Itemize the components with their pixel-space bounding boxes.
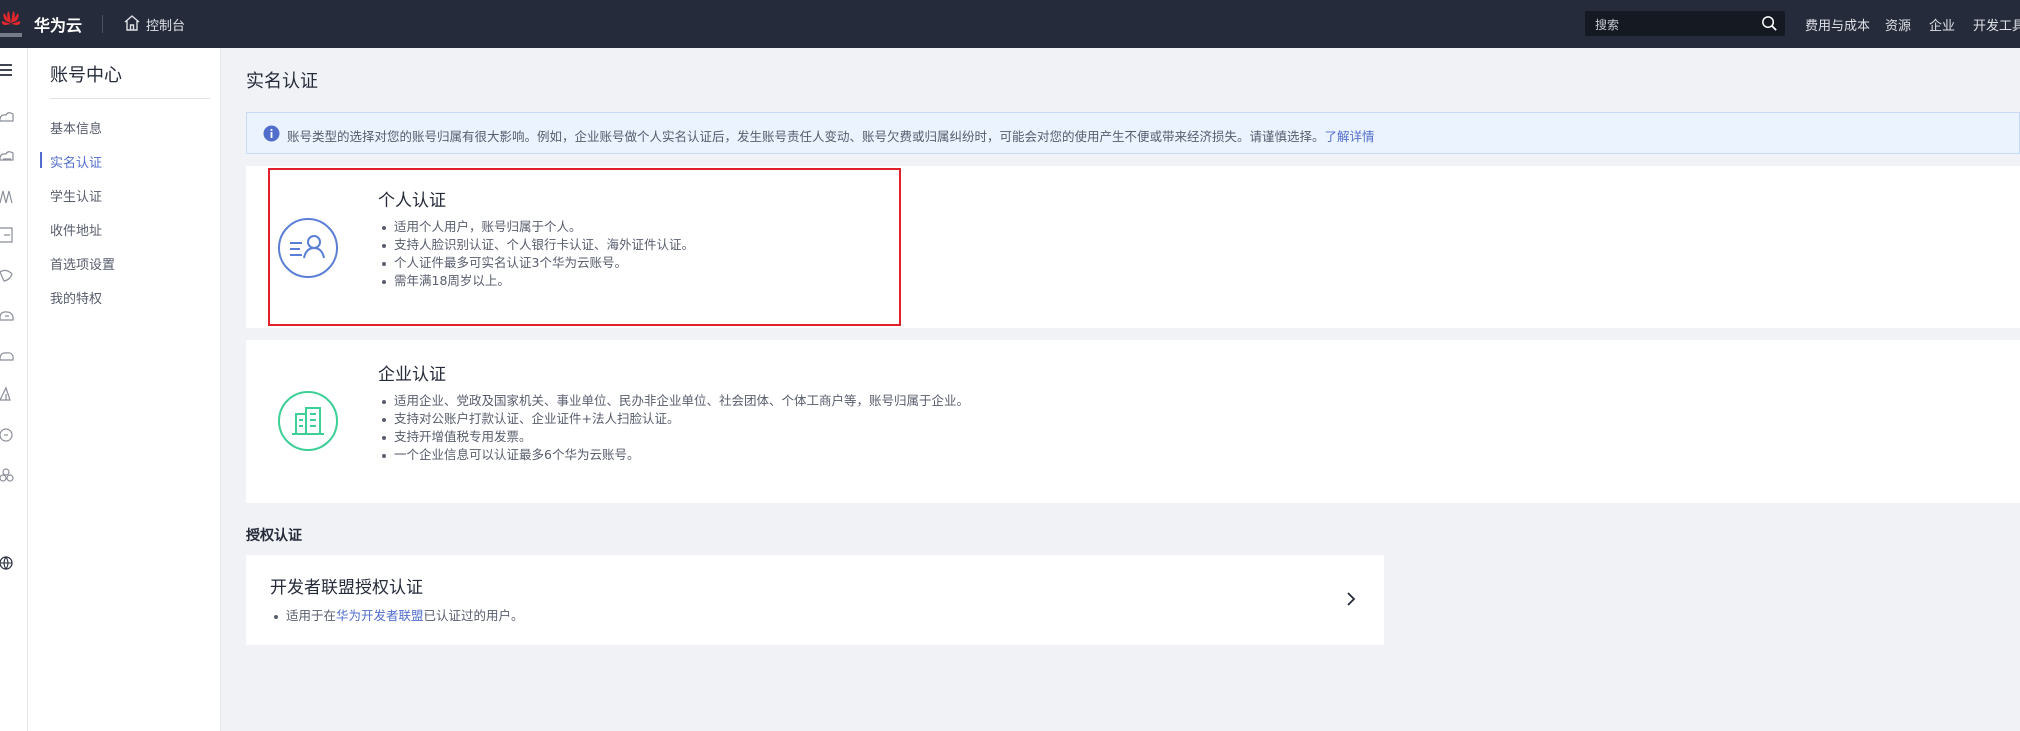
chat-icon[interactable] (0, 426, 14, 444)
notice-message: 账号类型的选择对您的账号归属有很大影响。例如，企业账号做个人实名认证后，发生账号… (287, 129, 1325, 144)
search-icon[interactable] (1760, 14, 1779, 33)
developer-alliance-link[interactable]: 华为开发者联盟 (336, 608, 424, 623)
list-item: 适用企业、党政及国家机关、事业单位、民办非企业单位、社会团体、个体工商户等，账号… (381, 393, 970, 408)
menu-item-student[interactable]: 学生认证 (50, 186, 102, 205)
nav-cost[interactable]: 费用与成本 (1805, 15, 1870, 34)
bullet-prefix: 适用于在 (286, 608, 337, 623)
brand-name[interactable]: 华为云 (34, 12, 82, 36)
globe-icon[interactable] (0, 554, 14, 572)
console-link[interactable]: 控制台 (146, 15, 185, 34)
cloud-service-icon[interactable] (0, 346, 14, 364)
developer-auth-title: 开发者联盟授权认证 (270, 578, 423, 598)
notice-text: 账号类型的选择对您的账号归属有很大影响。例如，企业账号做个人实名认证后，发生账号… (287, 126, 1375, 145)
nav-resources[interactable]: 资源 (1885, 15, 1911, 34)
menu-item-address[interactable]: 收件地址 (50, 220, 102, 239)
menu-icon[interactable] (0, 62, 16, 78)
info-icon (263, 125, 280, 142)
menu-title: 账号中心 (50, 65, 122, 86)
menu-item-privileges[interactable]: 我的特权 (50, 288, 102, 307)
top-bar: 华为云 控制台 搜索 费用与成本 资源 企业 开发工具 (0, 0, 2020, 48)
document-icon[interactable] (0, 226, 14, 244)
page-title: 实名认证 (246, 71, 318, 92)
enterprise-building-icon (278, 391, 338, 451)
list-item: 适用于在华为开发者联盟已认证过的用户。 (274, 607, 524, 625)
account-center-menu: 账号中心 基本信息 实名认证 学生认证 收件地址 首选项设置 我的特权 (28, 48, 221, 731)
nav-enterprise[interactable]: 企业 (1929, 15, 1955, 34)
shield-icon[interactable] (0, 266, 14, 284)
service-icon-rail (0, 48, 28, 731)
active-indicator (40, 152, 42, 168)
list-item: 一个企业信息可以认证最多6个华为云账号。 (381, 446, 969, 464)
enterprise-auth-title: 企业认证 (378, 365, 446, 385)
menu-item-basic-info[interactable]: 基本信息 (50, 118, 102, 137)
tool-icon[interactable] (0, 386, 14, 404)
network-icon[interactable] (0, 188, 14, 206)
menu-item-real-name[interactable]: 实名认证 (50, 152, 102, 171)
cloud-icon[interactable] (0, 108, 14, 126)
enterprise-auth-card[interactable]: 企业认证 适用企业、党政及国家机关、事业单位、民办非企业单位、社会团体、个体工商… (246, 340, 2020, 503)
database-icon[interactable] (0, 306, 14, 324)
huawei-logo-icon[interactable] (0, 9, 22, 39)
list-item: 支持开增值税专用发票。 (381, 428, 969, 446)
highlight-box (268, 168, 901, 326)
search-placeholder: 搜索 (1595, 18, 1620, 32)
menu-divider (50, 98, 210, 99)
auth-section-title: 授权认证 (246, 528, 302, 544)
enterprise-auth-bullets: 适用企业、党政及国家机关、事业单位、民办非企业单位、社会团体、个体工商户等，账号… (381, 392, 970, 464)
nav-dev-tools[interactable]: 开发工具 (1973, 15, 2020, 34)
search-input[interactable]: 搜索 (1585, 11, 1785, 36)
developer-auth-bullets: 适用于在华为开发者联盟已认证过的用户。 (274, 607, 524, 625)
bullet-suffix: 已认证过的用户。 (423, 608, 524, 623)
menu-item-preferences[interactable]: 首选项设置 (50, 254, 115, 273)
home-icon[interactable] (122, 13, 142, 33)
cluster-icon[interactable] (0, 466, 14, 484)
storage-icon[interactable] (0, 148, 14, 166)
learn-more-link[interactable]: 了解详情 (1325, 129, 1375, 144)
list-item: 支持对公账户打款认证、企业证件+法人扫脸认证。 (381, 410, 969, 428)
notice-banner: 账号类型的选择对您的账号归属有很大影响。例如，企业账号做个人实名认证后，发生账号… (246, 112, 2020, 154)
divider (102, 15, 103, 33)
developer-auth-card[interactable]: 开发者联盟授权认证 适用于在华为开发者联盟已认证过的用户。 (246, 555, 1384, 645)
chevron-right-icon[interactable] (1344, 589, 1358, 609)
